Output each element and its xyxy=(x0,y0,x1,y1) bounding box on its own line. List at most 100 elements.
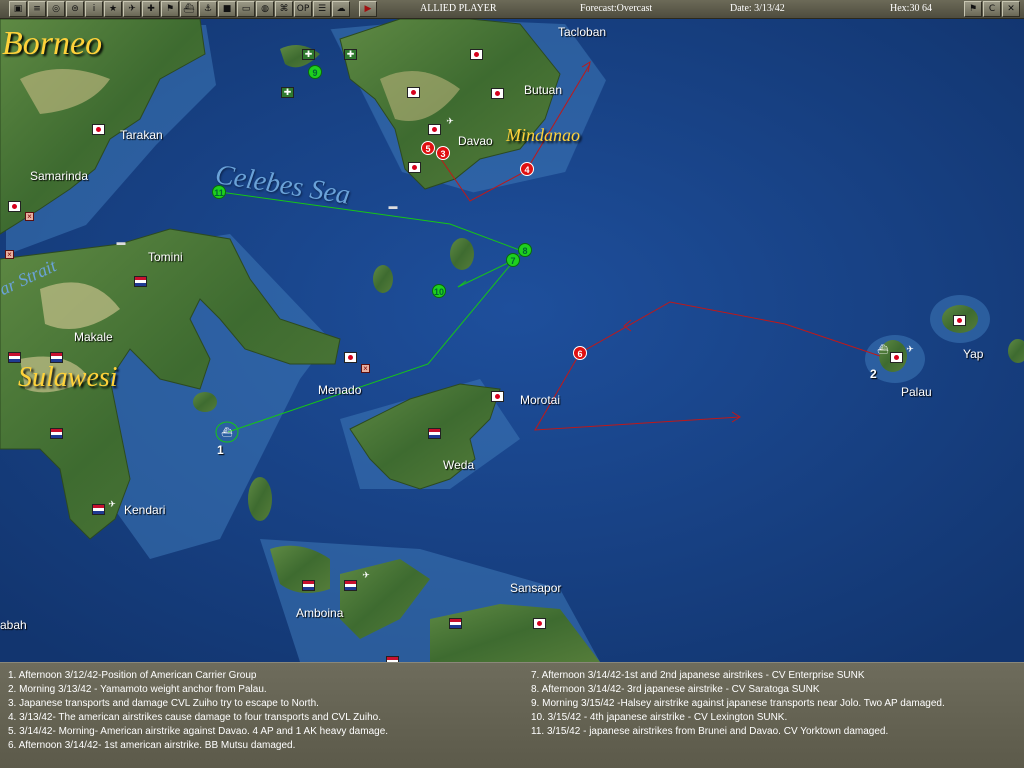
event-marker-5[interactable]: 5 xyxy=(421,141,435,155)
japanese-base-flag[interactable] xyxy=(428,124,441,135)
airstrike-icon[interactable]: ✈ xyxy=(105,499,119,509)
event-log-right-column: 7. Afternoon 3/14/42-1st and 2nd japanes… xyxy=(531,669,945,739)
network-icon[interactable]: ⌘ xyxy=(275,1,293,17)
log-entry: 10. 3/15/42 - 4th japanese airstrike - C… xyxy=(531,712,788,723)
japanese-base-flag[interactable] xyxy=(533,618,546,629)
japanese-base-flag[interactable] xyxy=(8,201,21,212)
air-icon[interactable]: ◎ xyxy=(47,1,65,17)
plane-icon[interactable]: ✈ xyxy=(123,1,141,17)
japanese-base-flag[interactable] xyxy=(344,352,357,363)
dutch-base-flag[interactable] xyxy=(302,580,315,591)
event-log-panel: 1. Afternoon 3/12/42-Position of America… xyxy=(0,662,1024,768)
place-abah: abah xyxy=(0,618,27,632)
report-icon[interactable]: ≡ xyxy=(28,1,46,17)
c-icon[interactable]: C xyxy=(983,1,1001,17)
place-weda: Weda xyxy=(443,458,475,472)
allied-airbase-icon[interactable]: ✚ xyxy=(302,49,315,60)
info-icon[interactable]: i xyxy=(85,1,103,17)
japanese-fleet-icon[interactable]: ⛴ xyxy=(876,344,890,354)
ground-icon[interactable]: ✚ xyxy=(142,1,160,17)
close-icon[interactable]: ✕ xyxy=(1002,1,1020,17)
japanese-base-flag[interactable] xyxy=(491,88,504,99)
log-entry: 5. 3/14/42- Morning- American airstrike … xyxy=(8,726,389,737)
dutch-base-flag[interactable] xyxy=(8,352,21,363)
place-makale: Makale xyxy=(74,330,113,344)
log-entry: 8. Afternoon 3/14/42- 3rd japanese airst… xyxy=(531,684,820,695)
naval-icon[interactable]: ⊜ xyxy=(66,1,84,17)
log-entry: 1. Afternoon 3/12/42-Position of America… xyxy=(8,670,257,681)
menu-icon[interactable]: ▣ xyxy=(9,1,27,17)
dutch-base-flag[interactable] xyxy=(50,428,63,439)
log-entry: 4. 3/13/42- The american airstrikes caus… xyxy=(8,712,381,723)
place-menado: Menado xyxy=(318,383,362,397)
event-number-1: 1 xyxy=(217,443,224,457)
dutch-base-flag[interactable] xyxy=(428,428,441,439)
place-davao: Davao xyxy=(458,134,493,148)
place-tarakan: Tarakan xyxy=(120,128,163,142)
window-controls: ⚑ C ✕ xyxy=(963,1,1020,17)
japanese-base-flag[interactable] xyxy=(407,87,420,98)
place-amboina: Amboina xyxy=(296,606,344,620)
region-label-borneo: Borneo xyxy=(2,25,103,62)
event-marker-9[interactable]: 9 xyxy=(308,65,322,79)
japanese-base-flag[interactable] xyxy=(890,352,903,363)
date-label: Date: 3/13/42 xyxy=(730,3,785,14)
carrier-group-icon[interactable]: ⛴ xyxy=(220,427,234,437)
dutch-base-flag[interactable] xyxy=(50,352,63,363)
japanese-base-flag[interactable] xyxy=(953,315,966,326)
event-marker-11[interactable]: 11 xyxy=(212,185,226,199)
ship-icon[interactable]: ▬ xyxy=(114,237,128,247)
ship-icon[interactable]: ▬ xyxy=(386,201,400,211)
flag-toggle-icon[interactable]: ⚑ xyxy=(964,1,982,17)
sub-icon[interactable]: ⚓ xyxy=(199,1,217,17)
log-entry: 6. Afternoon 3/14/42- 1st american airst… xyxy=(8,740,296,751)
list-icon[interactable]: ☰ xyxy=(313,1,331,17)
place-morotai: Morotai xyxy=(520,393,561,407)
dutch-base-flag[interactable] xyxy=(449,618,462,629)
place-tomini: Tomini xyxy=(148,250,183,264)
allied-airbase-icon[interactable]: ✚ xyxy=(281,87,294,98)
forecast-label: Forecast:Overcast xyxy=(580,3,653,14)
log-entry: 3. Japanese transports and damage CVL Zu… xyxy=(8,698,319,709)
player-label: ALLIED PLAYER xyxy=(420,3,497,14)
event-marker-6[interactable]: 6 xyxy=(573,346,587,360)
airstrike-icon[interactable]: ✈ xyxy=(443,116,457,126)
game-map[interactable]: Borneo Mindanao Sulawesi Celebes Sea ar … xyxy=(0,19,1024,662)
convoy-icon[interactable]: ▭ xyxy=(237,1,255,17)
op-icon[interactable]: OP xyxy=(294,1,312,17)
play-icon[interactable]: ▶ xyxy=(359,1,377,17)
airstrike-icon[interactable]: ✈ xyxy=(359,570,373,580)
japanese-base-flag[interactable] xyxy=(92,124,105,135)
allied-airbase-icon[interactable]: ✚ xyxy=(344,49,357,60)
japanese-base-flag[interactable] xyxy=(470,49,483,60)
log-entry: 11. 3/15/42 - japanese airstrikes from B… xyxy=(531,726,889,737)
dutch-base-flag[interactable] xyxy=(134,276,147,287)
place-sansapor: Sansapor xyxy=(510,581,562,595)
damaged-base-icon[interactable]: × xyxy=(5,250,14,259)
ship-icon[interactable]: ⛴ xyxy=(180,1,198,17)
top-toolbar: ▣ ≡ ◎ ⊜ i ★ ✈ ✚ ⚑ ⛴ ⚓ ■ ▭ ◍ ⌘ OP ☰ ☁ ▶ ALLIED PLAYER Forec… xyxy=(0,0,1024,19)
map-terrain xyxy=(0,19,1024,662)
place-kendari: Kendari xyxy=(124,503,166,517)
event-marker-10[interactable]: 10 xyxy=(432,284,446,298)
log-entry: 9. Morning 3/15/42 -Halsey airstrike aga… xyxy=(531,698,945,709)
damaged-base-icon[interactable]: × xyxy=(25,212,34,221)
damaged-base-icon[interactable]: × xyxy=(361,364,370,373)
flag-icon[interactable]: ⚑ xyxy=(161,1,179,17)
airstrike-icon[interactable]: ✈ xyxy=(903,344,917,354)
globe-icon[interactable]: ◍ xyxy=(256,1,274,17)
cloud-icon[interactable]: ☁ xyxy=(332,1,350,17)
place-samarinda: Samarinda xyxy=(30,169,89,183)
event-marker-4[interactable]: 4 xyxy=(520,162,534,176)
japanese-base-flag[interactable] xyxy=(408,162,421,173)
event-marker-8[interactable]: 8 xyxy=(518,243,532,257)
event-marker-3[interactable]: 3 xyxy=(436,146,450,160)
dutch-base-flag[interactable] xyxy=(344,580,357,591)
event-marker-7[interactable]: 7 xyxy=(506,253,520,267)
place-palau: Palau xyxy=(901,385,932,399)
japanese-base-flag[interactable] xyxy=(491,391,504,402)
place-butuan: Butuan xyxy=(524,83,563,97)
star-icon[interactable]: ★ xyxy=(104,1,122,17)
color-icon[interactable]: ■ xyxy=(218,1,236,17)
dutch-base-flag[interactable] xyxy=(92,504,105,515)
